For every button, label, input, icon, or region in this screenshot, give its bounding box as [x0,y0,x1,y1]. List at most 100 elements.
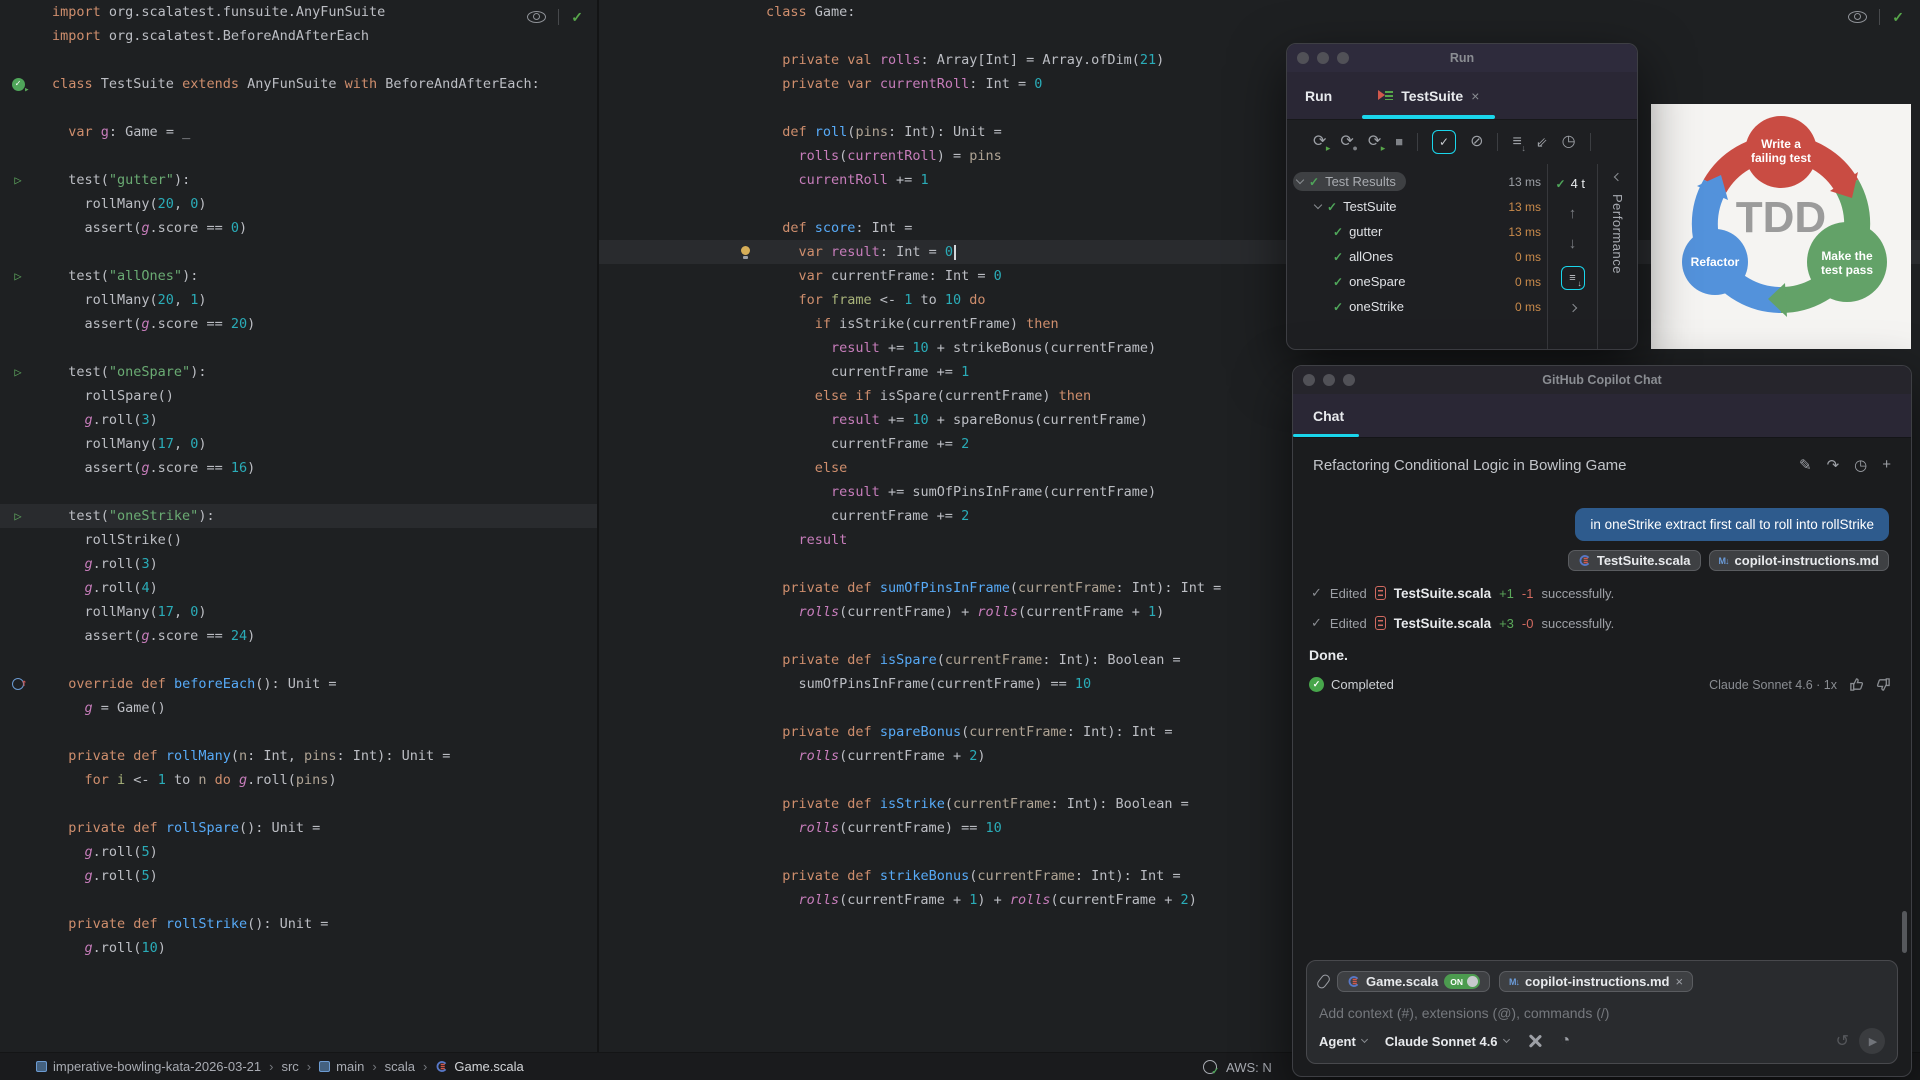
run-class-passed-icon[interactable]: ✓ [8,72,29,96]
aws-status-text[interactable]: AWS: N [1226,1060,1272,1075]
paperclip-icon[interactable] [1315,972,1332,991]
history-icon[interactable]: ◷ [1854,456,1867,474]
code-line[interactable]: private val rolls: Array[Int] = Array.of… [599,48,1920,72]
intention-bulb-icon[interactable] [735,240,755,264]
code-line[interactable]: assert(g.score == 0) [0,216,597,240]
code-line[interactable]: rollSpare() [0,384,597,408]
breadcrumb-item[interactable]: main [319,1059,364,1074]
code-line[interactable]: g.roll(5) [0,840,597,864]
chat-input-placeholder[interactable]: Add context (#), extensions (@), command… [1319,1005,1885,1021]
tab-chat[interactable]: Chat [1313,408,1344,424]
code-line[interactable]: var g: Game = _ [0,120,597,144]
code-line[interactable] [0,648,597,672]
run-test-icon[interactable]: ▷ [8,360,28,384]
test-results-tree[interactable]: ✓ Test Results 13 ms ✓ TestSuite 13 ms ✓ gutter… [1287,164,1547,349]
run-test-icon[interactable]: ▷ [8,264,28,288]
code-line[interactable]: g.roll(5) [0,864,597,888]
code-line[interactable]: rollStrike() [0,528,597,552]
collapse-icon[interactable] [1613,172,1622,182]
instructions-file-chip[interactable]: M↓ copilot-instructions.md × [1499,971,1694,992]
code-line[interactable]: private def rollSpare(): Unit = [0,816,597,840]
reader-mode-icon[interactable] [527,11,547,23]
code-line[interactable]: private def rollMany(n: Int, pins: Int):… [0,744,597,768]
code-line[interactable]: assert(g.score == 24) [0,624,597,648]
test-tree-row[interactable]: ✓ oneStrike 0 ms [1287,294,1547,319]
expand-icon[interactable] [1568,303,1577,313]
attached-file-chip[interactable]: Game.scala ON [1337,971,1491,992]
model-selector[interactable]: Claude Sonnet 4.6 [1385,1034,1510,1049]
show-ignored-toggle[interactable]: ⊘ [1470,134,1483,150]
traffic-lights[interactable] [1303,374,1355,386]
code-line[interactable]: override def beforeEach(): Unit = [0,672,597,696]
scrollbar-thumb[interactable] [1902,911,1907,953]
show-passed-toggle[interactable]: ✓ [1432,130,1457,154]
edited-file-row[interactable]: ✓ Edited TestSuite.scala +1 -1 successfully. [1311,585,1911,601]
run-window-titlebar[interactable]: Run [1287,44,1637,72]
code-line[interactable]: import org.scalatest.funsuite.AnyFunSuit… [0,0,597,24]
tab-testsuite[interactable]: TestSuite × [1360,72,1497,119]
editor-testsuite[interactable]: import org.scalatest.funsuite.AnyFunSuit… [0,0,597,1052]
test-tree-row[interactable]: ✓ allOnes 0 ms [1287,244,1547,269]
previous-test-button[interactable]: ↑ [1569,206,1577,221]
send-button[interactable]: ▶ [1859,1028,1885,1054]
code-line[interactable]: rollMany(20, 1) [0,288,597,312]
code-line[interactable]: for i <- 1 to n do g.roll(pins) [0,768,597,792]
traffic-lights[interactable] [1297,52,1349,64]
stop-button[interactable]: ■ [1395,134,1403,150]
code-line[interactable] [0,240,597,264]
test-tree-row[interactable]: ✓ oneSpare 0 ms [1287,269,1547,294]
attach-icon[interactable]: ✎ [1799,456,1812,474]
performance-tab-label[interactable]: Performance [1610,194,1625,274]
code-line[interactable]: ✓class TestSuite extends AnyFunSuite wit… [0,72,597,96]
code-line[interactable] [0,792,597,816]
breadcrumb-item[interactable]: src [281,1059,298,1074]
breadcrumb-item[interactable]: Game.scala [435,1059,524,1074]
code-line[interactable]: assert(g.score == 16) [0,456,597,480]
test-tree-row[interactable]: ✓ TestSuite 13 ms [1287,194,1547,219]
code-line[interactable]: assert(g.score == 20) [0,312,597,336]
new-chat-icon[interactable]: + [1882,456,1891,474]
collapse-all-button[interactable]: ⇙ [1536,134,1548,150]
redo-icon[interactable]: ↷ [1827,456,1840,474]
context-chip-instructions[interactable]: M↓ copilot-instructions.md [1708,550,1889,571]
code-line[interactable] [0,144,597,168]
code-line[interactable]: rollMany(17, 0) [0,432,597,456]
code-line[interactable]: private var currentRoll: Int = 0 [599,72,1920,96]
code-line[interactable] [0,480,597,504]
reader-mode-icon[interactable] [1848,11,1868,23]
copilot-titlebar[interactable]: GitHub Copilot Chat [1293,366,1911,394]
code-line[interactable]: rollMany(17, 0) [0,600,597,624]
code-line[interactable]: ▷ test("allOnes"): [0,264,597,288]
override-marker-icon[interactable] [8,672,28,696]
code-line[interactable]: rollMany(20, 0) [0,192,597,216]
copilot-status-icon[interactable] [1203,1060,1219,1077]
toggle-auto-test-button[interactable]: ⟳ ▸ [1368,134,1385,153]
code-line[interactable]: class Game: [599,0,1920,24]
remove-chip-icon[interactable]: × [1675,974,1683,989]
code-line[interactable]: g.roll(4) [0,576,597,600]
test-history-button[interactable]: ◷ [1562,134,1576,150]
code-line[interactable] [0,720,597,744]
inspections-ok-icon[interactable]: ✓ [1892,10,1904,24]
sort-tests-button[interactable]: ≡ ↓ [1512,134,1525,153]
code-line[interactable]: import org.scalatest.BeforeAndAfterEach [0,24,597,48]
context-chip-testsuite[interactable]: TestSuite.scala [1567,550,1701,571]
thumbs-down-icon[interactable] [1876,677,1891,692]
code-line[interactable] [0,336,597,360]
rerun-button[interactable]: ⟳ ▸ [1313,134,1330,153]
run-test-icon[interactable]: ▷ [8,504,28,528]
code-line[interactable]: ▷ test("gutter"): [0,168,597,192]
code-line[interactable] [0,96,597,120]
sort-by-duration-toggle[interactable]: ≡ ↓ [1560,266,1585,290]
inspections-ok-icon[interactable]: ✓ [571,10,583,24]
thumbs-up-icon[interactable] [1849,677,1864,692]
retry-icon[interactable]: ↺ [1836,1031,1849,1051]
code-line[interactable] [0,888,597,912]
breadcrumb-item[interactable]: scala [385,1059,415,1074]
run-test-icon[interactable]: ▷ [8,168,28,192]
test-tree-row[interactable]: ✓ Test Results 13 ms [1287,169,1547,194]
code-line[interactable]: g = Game() [0,696,597,720]
code-testsuite[interactable]: import org.scalatest.funsuite.AnyFunSuit… [0,0,597,960]
edited-file-row[interactable]: ✓ Edited TestSuite.scala +3 -0 successfully. [1311,615,1911,631]
mode-selector[interactable]: Agent [1319,1034,1368,1049]
